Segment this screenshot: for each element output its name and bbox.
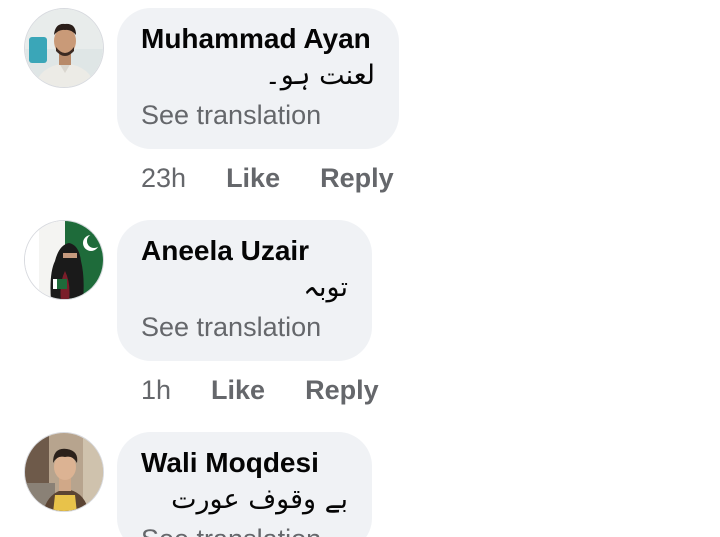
- avatar-photo: [25, 9, 103, 87]
- avatar[interactable]: [24, 8, 104, 88]
- comments-list: Muhammad Ayan لعنت ہو۔ See translation 2…: [0, 0, 720, 537]
- reply-button[interactable]: Reply: [305, 375, 379, 406]
- like-button[interactable]: Like: [226, 163, 280, 194]
- avatar[interactable]: [24, 220, 104, 300]
- comment-bubble: Wali Moqdesi بے وقوف عورت See translatio…: [117, 432, 372, 537]
- comment-bubble: Muhammad Ayan لعنت ہو۔ See translation: [117, 8, 399, 149]
- see-translation-link[interactable]: See translation: [141, 520, 348, 537]
- comment-author[interactable]: Muhammad Ayan: [141, 22, 375, 56]
- comment-text: توبہ: [303, 272, 348, 303]
- comment-bubble: Aneela Uzair توبہ See translation: [117, 220, 372, 361]
- comment-text: لعنت ہو۔: [264, 60, 375, 91]
- see-translation-link[interactable]: See translation: [141, 308, 348, 346]
- avatar-photo: [25, 433, 103, 511]
- like-button[interactable]: Like: [211, 375, 265, 406]
- comment-author[interactable]: Wali Moqdesi: [141, 446, 348, 480]
- comment-timestamp[interactable]: 23h: [141, 163, 186, 194]
- avatar[interactable]: [24, 432, 104, 512]
- comment-text: بے وقوف عورت: [171, 484, 348, 515]
- comment-actions: 1h Like Reply: [141, 372, 379, 408]
- see-translation-link[interactable]: See translation: [141, 96, 375, 134]
- comment-timestamp[interactable]: 1h: [141, 375, 171, 406]
- avatar-photo: [25, 221, 103, 299]
- reply-button[interactable]: Reply: [320, 163, 394, 194]
- comment-actions: 23h Like Reply: [141, 160, 394, 196]
- comment-author[interactable]: Aneela Uzair: [141, 234, 348, 268]
